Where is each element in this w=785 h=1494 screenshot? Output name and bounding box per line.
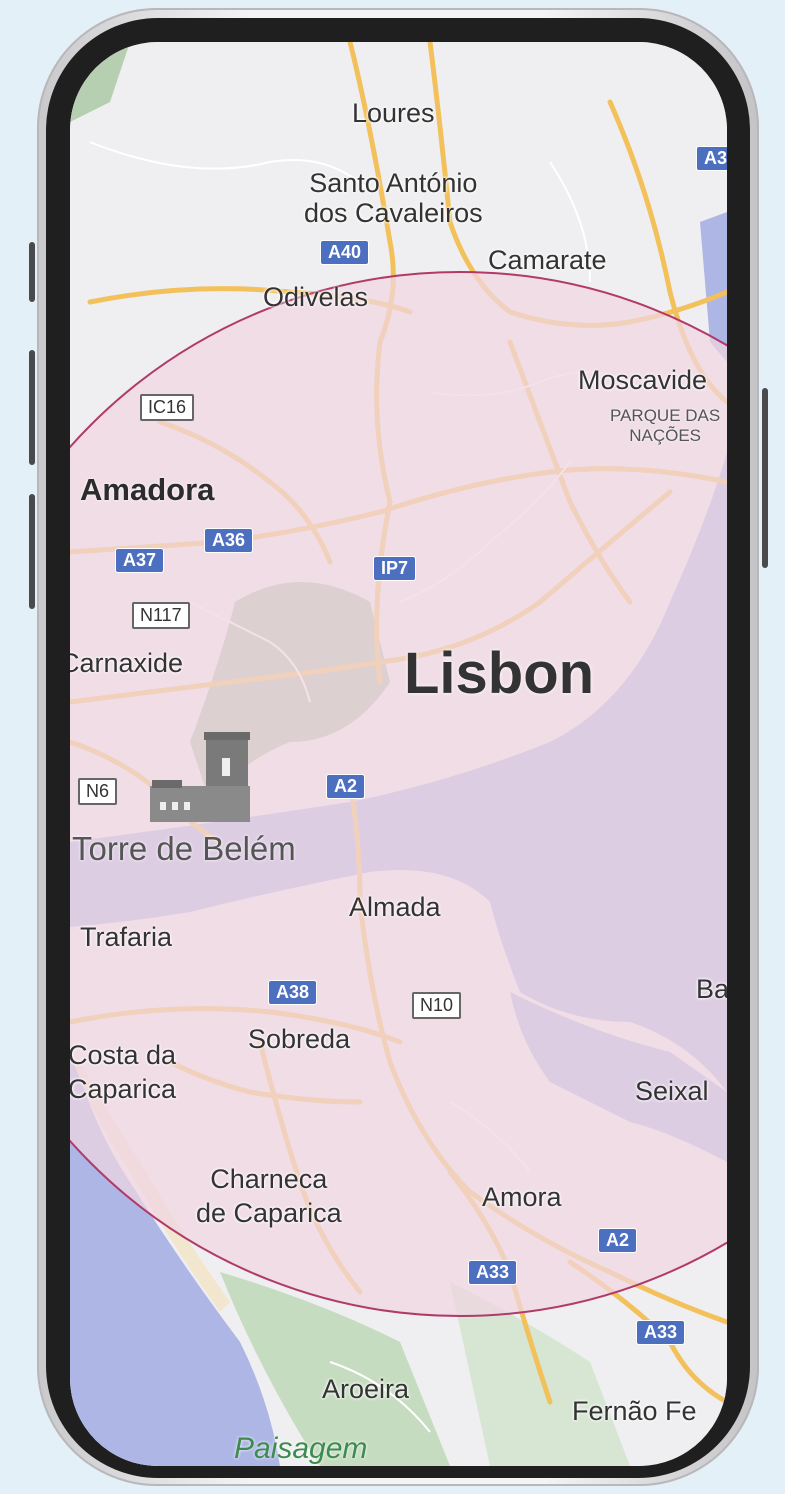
- place-label-camarate: Camarate: [488, 245, 607, 275]
- tower-icon[interactable]: [150, 728, 254, 828]
- city-label-lisbon: Lisbon: [404, 641, 595, 706]
- place-label-almada: Almada: [349, 892, 441, 922]
- place-label-barreiro: Ba: [696, 974, 727, 1004]
- park-label-paisagem: Paisagem: [234, 1432, 368, 1465]
- road-shield-n117: N117: [132, 602, 190, 629]
- road-shield-ip7: IP7: [373, 556, 417, 581]
- map-screen[interactable]: Loures Santo António dos Cavaleiros Cama…: [70, 42, 727, 1466]
- place-label-trafaria: Trafaria: [80, 922, 173, 952]
- power-button: [762, 388, 768, 568]
- volume-up-button: [29, 350, 35, 465]
- place-label-odivelas: Odivelas: [263, 282, 369, 312]
- place-label-amadora: Amadora: [80, 472, 215, 507]
- place-label-santo-antonio: Santo António dos Cavaleiros: [304, 168, 483, 228]
- road-shield-n6: N6: [78, 778, 118, 805]
- road-shield-a2-bridge: A2: [326, 774, 366, 799]
- road-shield-ic16: IC16: [140, 394, 195, 421]
- place-label-sobreda: Sobreda: [248, 1024, 351, 1054]
- place-label-amora: Amora: [482, 1182, 562, 1212]
- place-label-moscavide: Moscavide: [578, 365, 708, 395]
- road-shield-a33: A33: [468, 1260, 518, 1285]
- volume-down-button: [29, 494, 35, 609]
- road-shield-a2-south: A2: [598, 1228, 638, 1253]
- place-label-charneca: Charneca de Caparica: [196, 1164, 342, 1228]
- road-shield-a40: A40: [320, 240, 370, 265]
- road-shield-a36: A36: [204, 528, 254, 553]
- place-label-seixal: Seixal: [635, 1076, 709, 1106]
- place-label-loures: Loures: [352, 98, 435, 128]
- place-label-aroeira: Aroeira: [322, 1374, 410, 1404]
- poi-label-torre-belem[interactable]: Torre de Belém: [72, 830, 296, 868]
- road-shield-a37: A37: [115, 548, 165, 573]
- road-shield-a33-east: A33: [636, 1320, 686, 1345]
- place-label-costa-caparica: Costa da Caparica: [70, 1040, 177, 1104]
- place-label-fernao: Fernão Fe: [572, 1396, 697, 1426]
- road-shield-a38: A38: [268, 980, 318, 1005]
- road-shield-n10: N10: [412, 992, 462, 1019]
- place-label-carnaxide: Carnaxide: [70, 648, 184, 678]
- mute-switch: [29, 242, 35, 302]
- district-label-parque-nacoes: PARQUE DAS NAÇÕES: [610, 406, 721, 445]
- road-shield-a3: A3: [696, 146, 727, 171]
